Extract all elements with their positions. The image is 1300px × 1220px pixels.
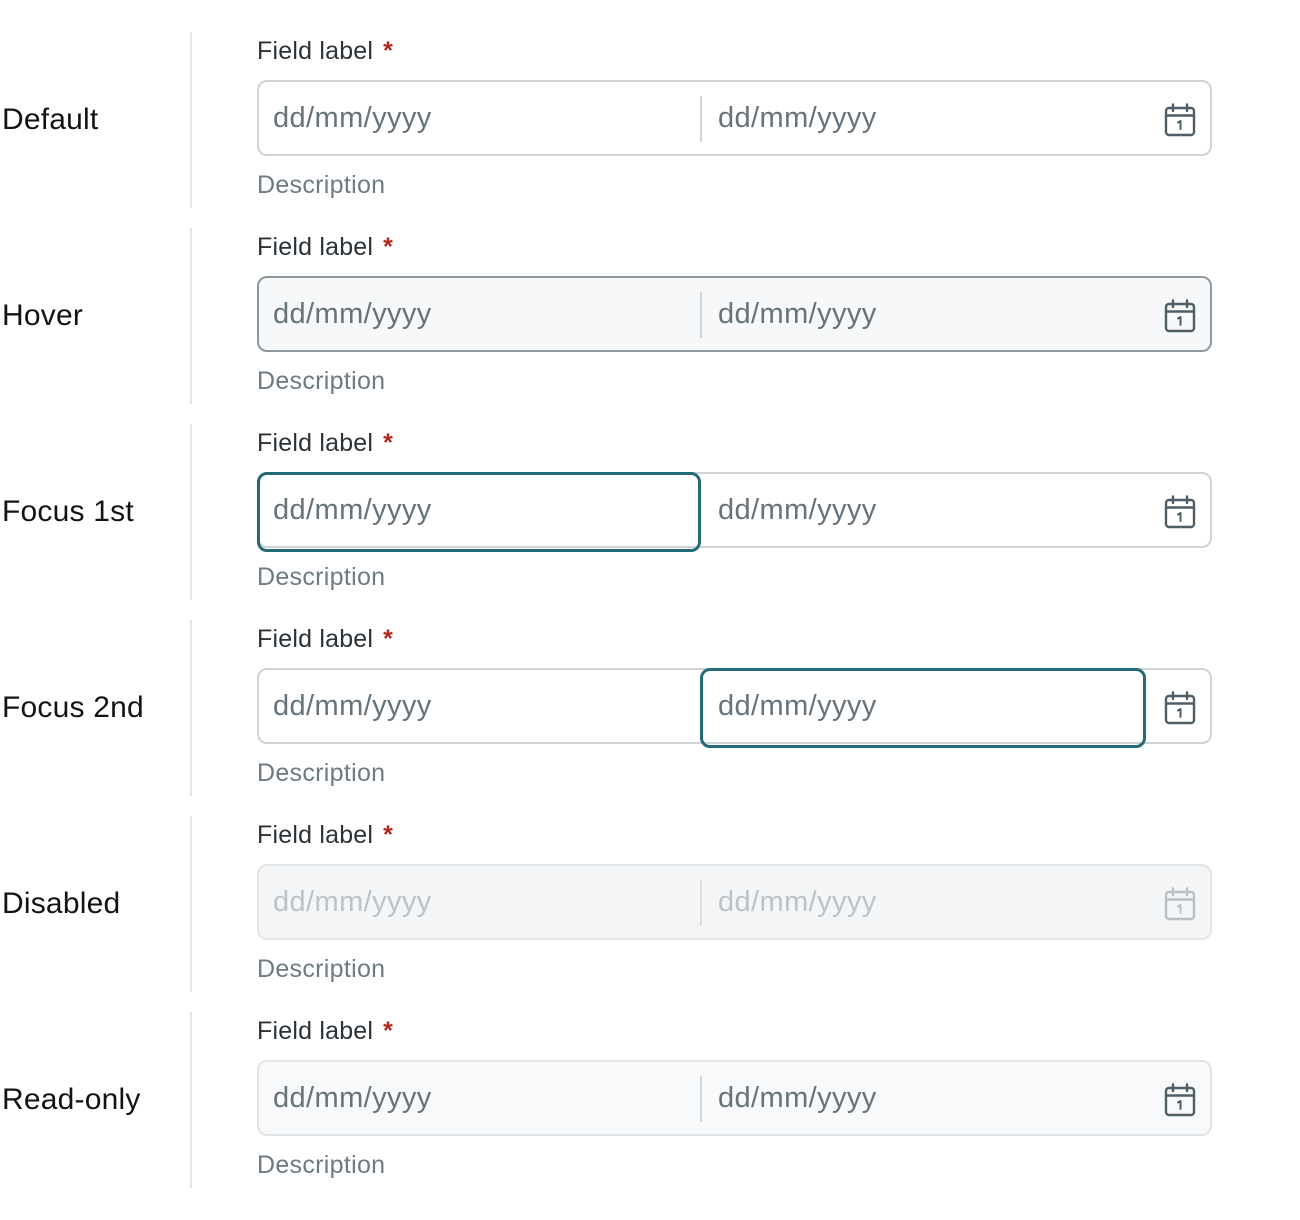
end-date-input: dd/mm/yyyy: [718, 886, 877, 918]
field-label-text: Field label: [257, 1017, 374, 1045]
start-date-input[interactable]: dd/mm/yyyy: [273, 278, 432, 350]
field-description: Description: [257, 367, 386, 395]
state-label: Hover: [2, 299, 84, 332]
date-range-input[interactable]: dd/mm/yyyy dd/mm/yyyy: [257, 668, 1212, 748]
date-range-row-focus-second: Focus 2nd Field label * dd/mm/yyyy dd/mm/…: [0, 620, 1300, 816]
calendar-icon[interactable]: [1164, 103, 1196, 137]
field-label-text: Field label: [257, 821, 374, 849]
field-description: Description: [257, 759, 386, 787]
date-range-input[interactable]: dd/mm/yyyy dd/mm/yyyy: [257, 1060, 1212, 1136]
calendar-icon: [1164, 887, 1196, 921]
row-divider: [190, 424, 192, 600]
date-range-row-default: Default Field label * dd/mm/yyyy dd/mm/yy…: [0, 32, 1300, 228]
date-range-row-hover: Hover Field label * dd/mm/yyyy dd/mm/yyyy…: [0, 228, 1300, 424]
date-range-input[interactable]: dd/mm/yyyy dd/mm/yyyy: [257, 472, 1212, 552]
field-label: Field label *: [257, 36, 393, 66]
range-separator: [700, 96, 702, 142]
required-asterisk: *: [383, 821, 394, 849]
calendar-icon[interactable]: [1164, 691, 1196, 725]
field-label-text: Field label: [257, 429, 374, 457]
required-asterisk: *: [383, 37, 394, 65]
row-divider: [190, 228, 192, 404]
field-label-text: Field label: [257, 37, 374, 65]
state-label: Default: [2, 103, 99, 136]
calendar-icon[interactable]: [1164, 495, 1196, 529]
field-description: Description: [257, 955, 386, 983]
field-description: Description: [257, 171, 386, 199]
range-separator: [700, 880, 702, 926]
date-range-input: dd/mm/yyyy dd/mm/yyyy: [257, 864, 1212, 940]
calendar-icon[interactable]: [1164, 1083, 1196, 1117]
field-label-text: Field label: [257, 625, 374, 653]
field-label: Field label *: [257, 232, 393, 262]
state-label: Focus 2nd: [2, 691, 144, 724]
required-asterisk: *: [383, 1017, 394, 1045]
field-label: Field label *: [257, 624, 393, 654]
row-divider: [190, 816, 192, 992]
end-date-input[interactable]: dd/mm/yyyy: [718, 670, 877, 742]
end-date-input[interactable]: dd/mm/yyyy: [718, 1062, 877, 1134]
field-label: Field label *: [257, 1016, 393, 1046]
end-date-input[interactable]: dd/mm/yyyy: [718, 82, 877, 154]
start-date-input[interactable]: dd/mm/yyyy: [273, 1062, 432, 1134]
range-separator: [700, 292, 702, 338]
end-date-input[interactable]: dd/mm/yyyy: [718, 474, 877, 546]
field-label: Field label *: [257, 820, 393, 850]
field-description: Description: [257, 563, 386, 591]
row-divider: [190, 620, 192, 796]
date-range-input[interactable]: dd/mm/yyyy dd/mm/yyyy: [257, 276, 1212, 352]
start-date-input[interactable]: dd/mm/yyyy: [273, 670, 432, 742]
state-label: Focus 1st: [2, 495, 134, 528]
field-label-text: Field label: [257, 233, 374, 261]
start-date-input: dd/mm/yyyy: [273, 886, 432, 918]
field-label: Field label *: [257, 428, 393, 458]
required-asterisk: *: [383, 429, 394, 457]
required-asterisk: *: [383, 233, 394, 261]
state-label: Read-only: [2, 1083, 141, 1116]
row-divider: [190, 1012, 192, 1188]
date-range-row-read-only: Read-only Field label * dd/mm/yyyy dd/mm/…: [0, 1012, 1300, 1208]
state-label: Disabled: [2, 887, 121, 920]
range-separator: [700, 1076, 702, 1122]
end-date-input[interactable]: dd/mm/yyyy: [718, 278, 877, 350]
start-date-input[interactable]: dd/mm/yyyy: [273, 474, 432, 546]
start-date-input[interactable]: dd/mm/yyyy: [273, 82, 432, 154]
required-asterisk: *: [383, 625, 394, 653]
date-range-row-disabled: Disabled Field label * dd/mm/yyyy dd/mm/y…: [0, 816, 1300, 1012]
calendar-icon[interactable]: [1164, 299, 1196, 333]
date-range-input[interactable]: dd/mm/yyyy dd/mm/yyyy: [257, 80, 1212, 156]
row-divider: [190, 32, 192, 208]
field-description: Description: [257, 1151, 386, 1179]
date-range-row-focus-first: Focus 1st Field label * dd/mm/yyyy dd/mm/…: [0, 424, 1300, 620]
